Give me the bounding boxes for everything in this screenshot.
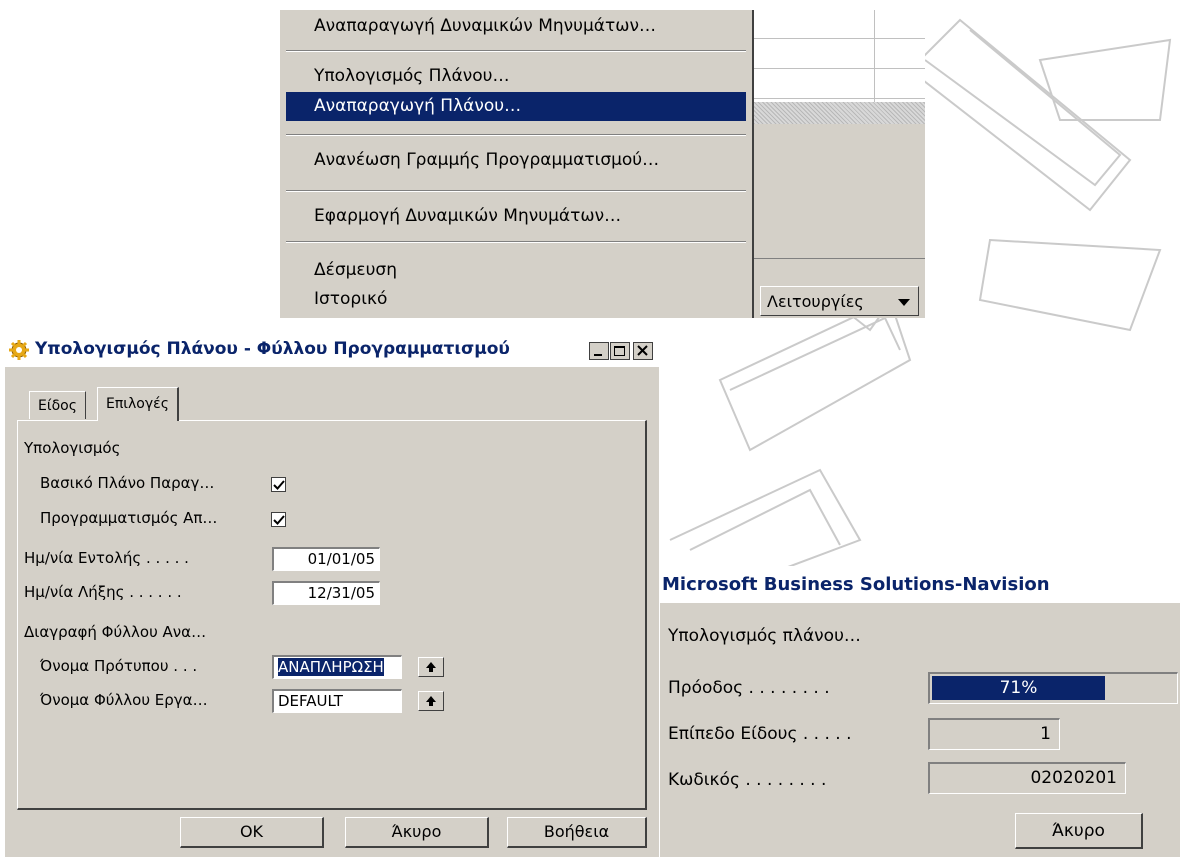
item-level-label: Επίπεδο Είδους . . . . . <box>668 724 852 744</box>
menu-item-carry-out-action-messages[interactable]: Εφαρμογή Δυναμικών Μηνυμάτων… <box>286 202 746 231</box>
grid-area <box>754 10 925 102</box>
basic-plan-label: Βασικό Πλάνο Παραγ… <box>40 474 215 492</box>
arrow-up-icon <box>426 662 436 672</box>
menu-item-regenerate-plan[interactable]: Αναπαραγωγή Πλάνου… <box>286 92 746 121</box>
checkmark-icon <box>273 515 285 525</box>
order-date-value: 01/01/05 <box>307 550 375 568</box>
template-name-label: Όνομα Πρότυπου . . . <box>40 657 198 675</box>
menu-item-reserve[interactable]: Δέσμευση <box>286 256 746 285</box>
template-name-field[interactable]: ΑΝΑΠΛΗΡΩΣΗ <box>272 655 402 679</box>
maximize-button[interactable] <box>610 342 630 360</box>
section-calculation: Υπολογισμός <box>24 439 121 457</box>
code-field: 02020201 <box>928 762 1126 794</box>
menu-item-calculate-plan[interactable]: Υπολογισμός Πλάνου… <box>286 62 746 91</box>
menu-item-history[interactable]: Ιστορικό <box>286 285 746 314</box>
close-button[interactable] <box>633 342 653 360</box>
checkmark-icon <box>273 480 285 490</box>
functions-button-label: Λειτουργίες <box>767 292 864 311</box>
tab-options[interactable]: Επιλογές <box>97 387 179 421</box>
calculate-plan-dialog: Υπολογισμός Πλάνου - Φύλλου Προγραμματισ… <box>5 333 659 857</box>
sheet-name-label: Όνομα Φύλλου Εργα… <box>40 691 208 709</box>
dropdown-arrow-icon <box>898 299 910 306</box>
gear-icon <box>9 340 29 360</box>
arrow-up-icon <box>426 696 436 706</box>
maximize-icon <box>614 346 625 356</box>
scheduling-checkbox[interactable] <box>271 512 286 527</box>
cancel-button[interactable]: Άκυρο <box>1015 813 1143 849</box>
item-level-field: 1 <box>928 718 1060 750</box>
progress-message: Υπολογισμός πλάνου… <box>668 626 861 646</box>
ok-button[interactable]: OK <box>180 817 324 848</box>
progress-percent: 71% <box>999 678 1038 698</box>
cancel-button[interactable]: Άκυρο <box>345 817 489 848</box>
sheet-lookup-button[interactable] <box>418 691 444 711</box>
functions-button[interactable]: Λειτουργίες <box>760 286 919 316</box>
dialog-titlebar: Υπολογισμός Πλάνου - Φύλλου Προγραμματισ… <box>5 333 659 367</box>
options-tab-panel: Υπολογισμός Βασικό Πλάνο Παραγ… Προγραμμ… <box>17 420 647 810</box>
progress-dialog-title: Microsoft Business Solutions-Navision <box>660 566 1180 603</box>
menu-separator <box>286 190 746 192</box>
dialog-title: Υπολογισμός Πλάνου - Φύλλου Προγραμματισ… <box>35 339 510 359</box>
sheet-name-value: DEFAULT <box>278 692 343 710</box>
end-date-value: 12/31/05 <box>307 584 375 602</box>
basic-plan-checkbox[interactable] <box>271 477 286 492</box>
menu-item-regenerate-action-messages[interactable]: Αναπαραγωγή Δυναμικών Μηνυμάτων… <box>286 12 746 41</box>
code-label: Κωδικός . . . . . . . . <box>668 770 827 790</box>
minimize-button[interactable] <box>589 342 609 360</box>
menu-separator <box>286 134 746 136</box>
template-lookup-button[interactable] <box>418 657 444 677</box>
menu-separator <box>286 241 746 243</box>
help-button[interactable]: Βοήθεια <box>507 817 647 848</box>
close-icon <box>637 345 648 356</box>
order-date-label: Ημ/νία Εντολής . . . . . <box>24 549 189 567</box>
progress-label: Πρόοδος . . . . . . . . <box>668 678 830 698</box>
template-name-value: ΑΝΑΠΛΗΡΩΣΗ <box>278 658 384 676</box>
menu-separator <box>286 50 746 52</box>
actions-menu-screenshot: Αναπαραγωγή Δυναμικών Μηνυμάτων… Υπολογι… <box>280 10 925 318</box>
scheduling-label: Προγραμματισμός Απ… <box>40 509 218 527</box>
background-window: Λειτουργίες <box>754 10 925 318</box>
tab-item[interactable]: Είδος <box>29 391 86 419</box>
menu-item-refresh-planning-line[interactable]: Ανανέωση Γραμμής Προγραμματισμού… <box>286 146 746 175</box>
minimize-icon <box>594 354 602 356</box>
section-delete-sheet: Διαγραφή Φύλλου Ανα… <box>24 623 207 641</box>
context-menu: Αναπαραγωγή Δυναμικών Μηνυμάτων… Υπολογι… <box>280 10 754 318</box>
progress-dialog: Microsoft Business Solutions-Navision Υπ… <box>660 566 1180 857</box>
order-date-field[interactable]: 01/01/05 <box>272 547 380 571</box>
progress-bar: 71% <box>928 672 1178 704</box>
end-date-field[interactable]: 12/31/05 <box>272 581 380 605</box>
hatched-area <box>754 102 925 124</box>
end-date-label: Ημ/νία Λήξης . . . . . . <box>24 583 182 601</box>
sheet-name-field[interactable]: DEFAULT <box>272 689 402 713</box>
